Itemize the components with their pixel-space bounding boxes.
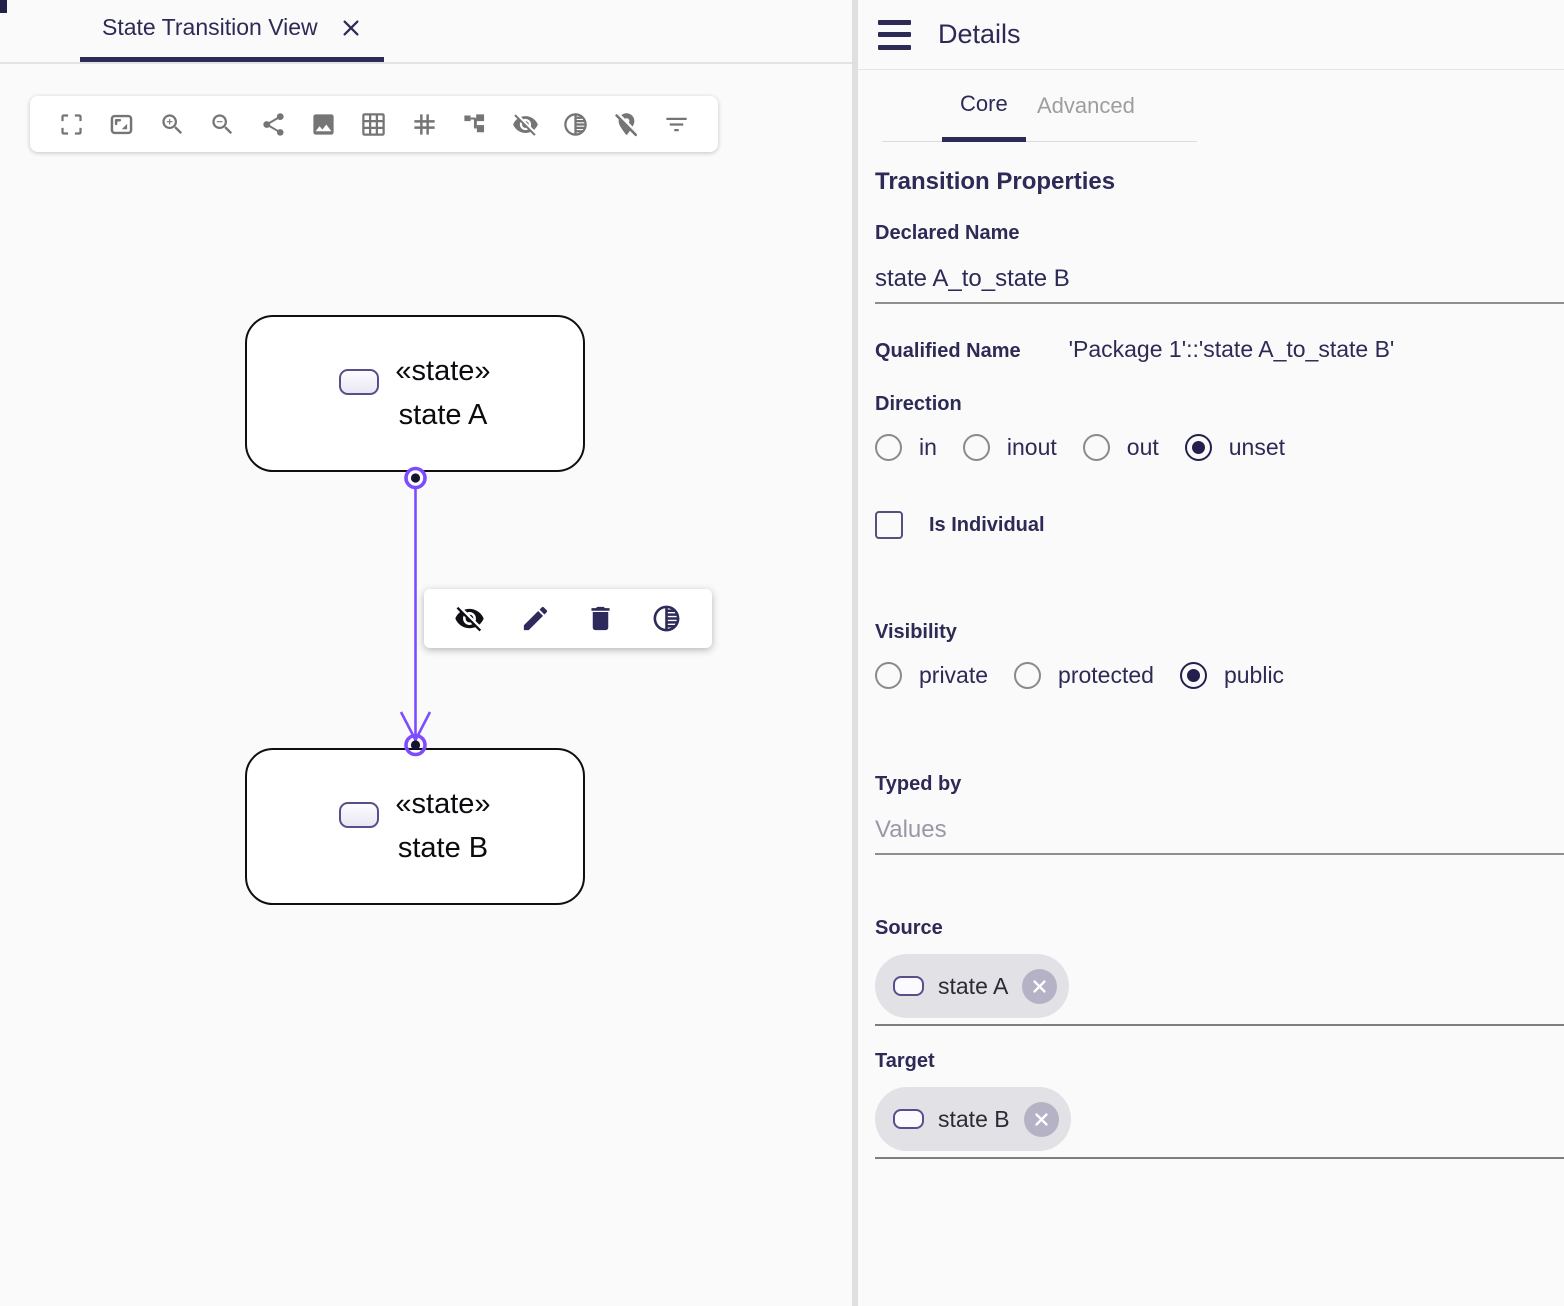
source-chip[interactable]: state A	[875, 954, 1069, 1018]
target-label: Target	[875, 1050, 1564, 1073]
checkbox-icon[interactable]	[875, 511, 903, 539]
radio-visibility-protected[interactable]: protected	[1014, 662, 1154, 689]
tab-state-transition-view[interactable]: State Transition View	[80, 0, 384, 62]
radio-icon	[963, 434, 990, 461]
radio-selected-icon	[1180, 662, 1207, 689]
details-tabs: Core Advanced	[858, 70, 1564, 142]
delete-icon[interactable]	[581, 599, 621, 639]
share-icon[interactable]	[256, 107, 290, 141]
direction-label: Direction	[875, 393, 1564, 416]
typed-by-input[interactable]	[875, 816, 1564, 844]
details-panel: Details Core Advanced Transition Propert…	[858, 0, 1564, 1306]
contrast-icon[interactable]	[646, 599, 686, 639]
edit-icon[interactable]	[515, 599, 555, 639]
state-glyph-icon	[339, 802, 379, 828]
target-chip[interactable]: state B	[875, 1087, 1071, 1151]
visibility-label: Visibility	[875, 621, 1564, 644]
fit-view-icon[interactable]	[54, 107, 88, 141]
hamburger-menu-icon[interactable]	[878, 20, 914, 50]
source-field[interactable]: state A	[875, 954, 1564, 1026]
diagram-tabbar: State Transition View	[0, 0, 852, 64]
hide-icon[interactable]	[450, 599, 490, 639]
transition-edge[interactable]	[0, 0, 852, 1306]
radio-selected-icon	[1185, 434, 1212, 461]
radio-direction-in[interactable]: in	[875, 434, 937, 461]
node-state-b[interactable]: «state» state B	[245, 748, 585, 905]
radio-visibility-public[interactable]: public	[1180, 662, 1284, 689]
state-glyph-icon	[893, 976, 924, 996]
radio-icon	[875, 662, 902, 689]
node-name: state A	[395, 394, 490, 438]
edge-source-anchor-dot	[411, 473, 420, 482]
export-image-icon[interactable]	[307, 107, 341, 141]
qualified-name-value: 'Package 1'::'state A_to_state B'	[1069, 336, 1395, 363]
details-header: Details	[858, 0, 1564, 70]
node-state-a[interactable]: «state» state A	[245, 315, 585, 472]
chip-label: state B	[938, 1106, 1010, 1133]
visibility-options: private protected public	[875, 662, 1564, 689]
diagram-canvas[interactable]: State Transition View	[0, 0, 852, 1306]
radio-direction-inout[interactable]: inout	[963, 434, 1057, 461]
radio-direction-unset[interactable]: unset	[1185, 434, 1285, 461]
pin-off-icon[interactable]	[609, 107, 643, 141]
details-content: Transition Properties Declared Name Qual…	[858, 142, 1564, 1159]
auto-layout-icon[interactable]	[458, 107, 492, 141]
radio-visibility-private[interactable]: private	[875, 662, 988, 689]
section-title: Transition Properties	[875, 168, 1564, 196]
target-field[interactable]: state B	[875, 1087, 1564, 1159]
is-individual-checkbox-row[interactable]: Is Individual	[875, 511, 1564, 539]
details-title: Details	[938, 19, 1021, 50]
chip-label: state A	[938, 973, 1008, 1000]
node-text: «state» state B	[395, 783, 490, 870]
declared-name-input[interactable]	[875, 265, 1564, 293]
node-stereotype: «state»	[395, 783, 490, 827]
tab-core[interactable]: Core	[942, 70, 1026, 142]
qualified-name-label: Qualified Name	[875, 340, 1021, 363]
zoom-out-icon[interactable]	[206, 107, 240, 141]
node-stereotype: «state»	[395, 350, 490, 394]
contrast-icon[interactable]	[559, 107, 593, 141]
radio-icon	[1014, 662, 1041, 689]
tab-advanced[interactable]: Advanced	[1037, 70, 1135, 142]
remove-source-icon[interactable]	[1022, 969, 1057, 1004]
remove-target-icon[interactable]	[1024, 1102, 1059, 1137]
radio-icon	[875, 434, 902, 461]
fit-to-screen-icon[interactable]	[105, 107, 139, 141]
typed-by-underline	[875, 796, 1564, 855]
state-glyph-icon	[893, 1109, 924, 1129]
edge-context-toolbar	[424, 589, 712, 648]
edge-arrowhead-icon	[401, 712, 430, 740]
node-name: state B	[395, 827, 490, 871]
diagram-toolbar	[30, 96, 718, 152]
grid-icon[interactable]	[357, 107, 391, 141]
hide-elements-icon[interactable]	[508, 107, 542, 141]
tab-label: State Transition View	[102, 14, 318, 41]
is-individual-label: Is Individual	[929, 514, 1045, 537]
qualified-name-row: Qualified Name 'Package 1'::'state A_to_…	[875, 336, 1564, 363]
guides-icon[interactable]	[407, 107, 441, 141]
corner-artifact	[0, 0, 7, 13]
declared-name-label: Declared Name	[875, 222, 1564, 245]
declared-name-underline	[875, 245, 1564, 304]
node-text: «state» state A	[395, 350, 490, 437]
filter-icon[interactable]	[659, 107, 693, 141]
source-label: Source	[875, 917, 1564, 940]
radio-direction-out[interactable]: out	[1083, 434, 1159, 461]
app-window: State Transition View	[0, 0, 1564, 1306]
direction-options: in inout out unset	[875, 434, 1564, 461]
state-glyph-icon	[339, 369, 379, 395]
zoom-in-icon[interactable]	[155, 107, 189, 141]
typed-by-label: Typed by	[875, 773, 1564, 796]
tab-close-icon[interactable]	[340, 17, 362, 39]
radio-icon	[1083, 434, 1110, 461]
